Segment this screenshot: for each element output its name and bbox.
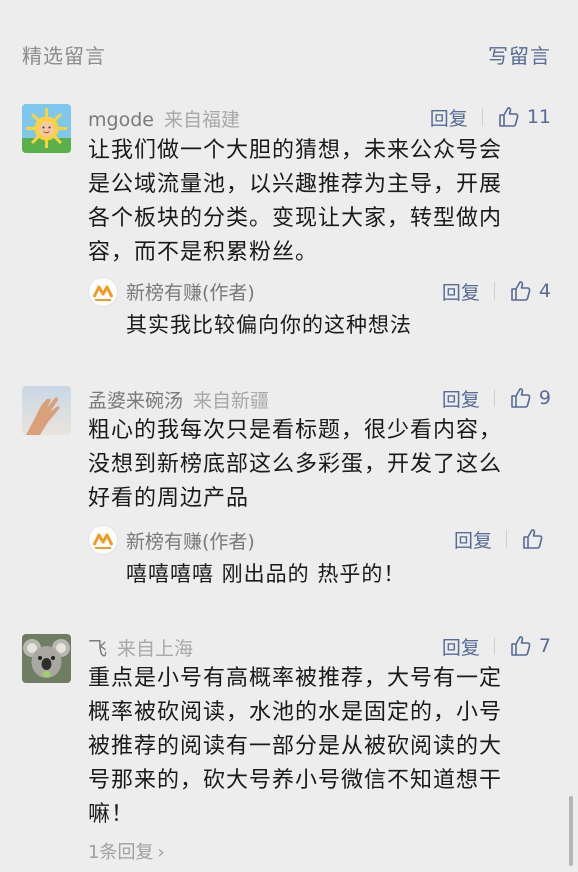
comments-header: 精选留言 写留言 [0, 0, 578, 70]
like-button[interactable]: 9 [509, 386, 551, 410]
avatar[interactable] [22, 386, 71, 435]
thumbs-up-icon [523, 529, 543, 549]
reply-button[interactable]: 回复 [430, 104, 468, 131]
comment-location: 来自上海 [117, 638, 194, 660]
author-name: 新榜有赚(作者) [126, 282, 255, 304]
like-count: 9 [538, 387, 551, 409]
chevron-right-icon: › [157, 842, 165, 863]
xinbang-logo-icon [89, 526, 117, 554]
author-avatar[interactable] [88, 277, 118, 307]
avatar[interactable] [22, 104, 71, 153]
comment-nickname[interactable]: mgode 来自福建 [88, 105, 240, 132]
author-reply-content: 其实我比较偏向你的这种想法 [126, 313, 412, 337]
hand-sky-avatar-icon [22, 386, 71, 435]
comment-actions: 回复 11 [430, 104, 551, 130]
comment-actions: 回复 7 [442, 633, 551, 659]
like-button[interactable] [521, 527, 551, 551]
comment-nickname[interactable]: 孟婆来碗汤 来自新疆 [88, 386, 269, 413]
koala-avatar-icon [22, 634, 71, 683]
reply-button[interactable]: 回复 [442, 633, 480, 660]
divider [506, 530, 507, 548]
divider [481, 108, 483, 126]
author-avatar[interactable] [88, 525, 118, 555]
comment-content: 重点是小号有高概率被推荐，大号有一定 概率被砍阅读，水池的水是固定的，小号 被推… [88, 666, 503, 827]
reply-button[interactable]: 回复 [454, 526, 492, 553]
comment-content: 让我们做一个大胆的猜想，未来公众号会 是公域流量池，以兴趣推荐为主导，开展 各个… [88, 138, 503, 265]
comment-actions: 回复 9 [442, 385, 551, 411]
like-count: 4 [538, 280, 551, 302]
author-name: 新榜有赚(作者) [126, 531, 255, 553]
like-count: 7 [538, 635, 551, 657]
avatar[interactable] [22, 634, 71, 683]
thumbs-up-icon [511, 388, 531, 408]
author-reply-content: 嘻嘻嘻嘻 刚出品的 热乎的！ [126, 562, 406, 586]
comment-content: 粗心的我每次只是看标题，很少看内容， 没想到新榜底部这么多彩蛋，开发了这么 好看… [88, 418, 503, 511]
divider [493, 282, 495, 300]
reply-button[interactable]: 回复 [442, 385, 480, 412]
reply-button[interactable]: 回复 [442, 278, 480, 305]
comment-nickname[interactable]: 飞来自上海 [88, 634, 193, 661]
divider [493, 637, 495, 655]
author-reply-actions: 回复 4 [442, 278, 551, 304]
write-comment-button[interactable]: 写留言 [488, 40, 551, 69]
like-button[interactable]: 7 [509, 634, 551, 658]
like-count: 11 [526, 106, 551, 128]
scrollbar[interactable] [569, 796, 573, 866]
thumbs-up-icon [511, 636, 531, 656]
view-replies-link[interactable]: 1条回复 › [88, 838, 165, 864]
divider [493, 389, 495, 407]
author-reply-actions: 回复 [454, 526, 551, 552]
comment-location: 来自新疆 [193, 390, 270, 412]
comment-location: 来自福建 [163, 109, 240, 131]
like-button[interactable]: 11 [497, 105, 551, 129]
like-button[interactable]: 4 [509, 279, 551, 303]
xinbang-logo-icon [89, 278, 117, 306]
sun-baby-avatar-icon [22, 104, 71, 153]
thumbs-up-icon [499, 107, 519, 127]
featured-comments-title: 精选留言 [22, 44, 106, 68]
thumbs-up-icon [511, 281, 531, 301]
